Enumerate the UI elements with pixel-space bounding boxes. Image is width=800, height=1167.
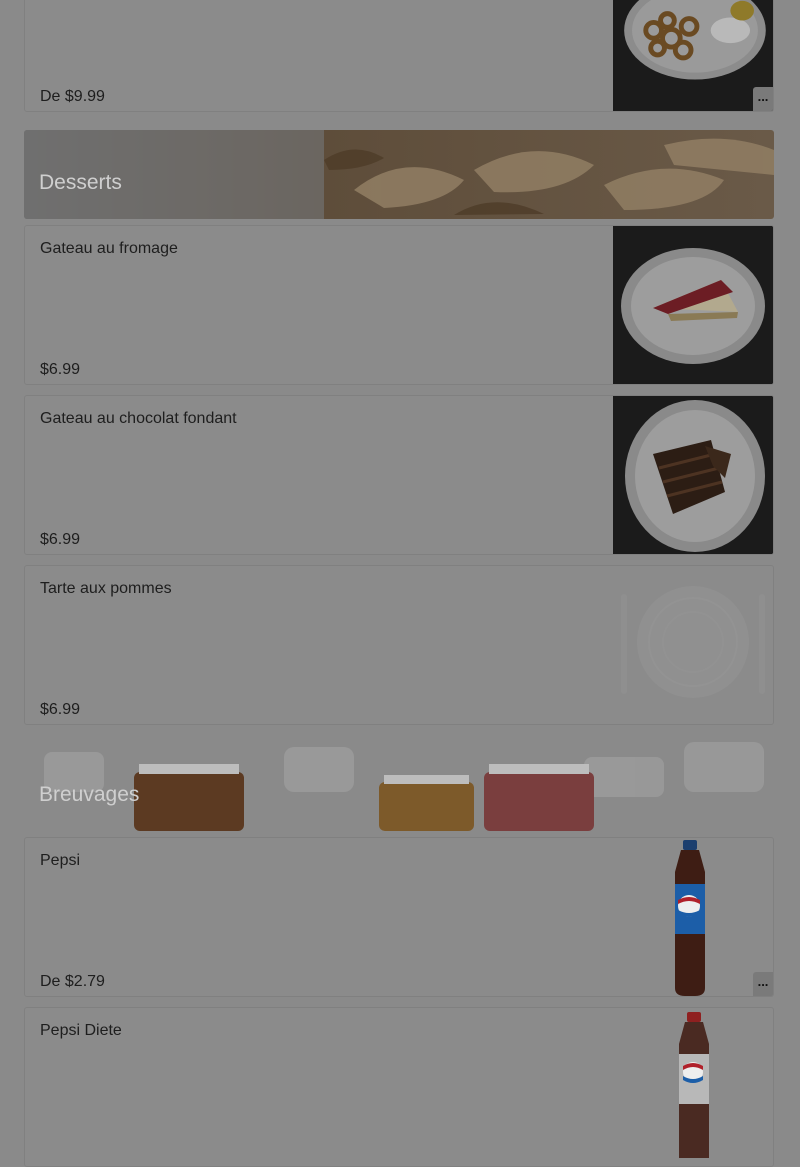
menu-item-apple-pie[interactable]: Tarte aux pommes $6.99: [24, 565, 774, 725]
item-name: Gateau au chocolat fondant: [40, 410, 237, 427]
item-image-cheesecake: [613, 226, 773, 384]
menu-item-chocolate-cake[interactable]: Gateau au chocolat fondant $6.99: [24, 395, 774, 555]
section-header-desserts: Desserts: [24, 130, 774, 219]
item-image-calamari: [613, 0, 773, 111]
more-options-button[interactable]: ...: [753, 87, 773, 111]
item-image-chocolate-cake: [613, 396, 773, 554]
item-name: Pepsi Diete: [40, 1022, 122, 1039]
menu-item-cheesecake[interactable]: Gateau au fromage $6.99: [24, 225, 774, 385]
pepsi-bottle-image: [613, 838, 773, 996]
item-price: De $9.99: [40, 88, 105, 105]
section-header-beverages: Breuvages: [24, 742, 774, 831]
item-image-pepsi: [613, 838, 773, 996]
item-name: Gateau au fromage: [40, 240, 178, 257]
more-options-button[interactable]: ...: [753, 972, 773, 996]
chocolate-cake-image: [613, 396, 773, 554]
calamari-plate-image: [614, 0, 772, 111]
plate-placeholder-icon: [613, 566, 773, 724]
desserts-banner-image: [24, 130, 774, 219]
item-price: $6.99: [40, 361, 81, 378]
item-image-placeholder: [613, 566, 773, 724]
item-price: De $2.79: [40, 973, 105, 990]
cheesecake-image: [613, 226, 773, 384]
menu-item-diet-pepsi[interactable]: Pepsi Diete: [24, 1007, 774, 1167]
item-name: Tarte aux pommes: [40, 580, 172, 597]
item-price: $6.99: [40, 531, 81, 548]
item-name: Pepsi: [40, 852, 81, 869]
section-title: Breuvages: [39, 783, 140, 807]
section-title: Desserts: [39, 171, 122, 195]
item-price: $6.99: [40, 701, 81, 718]
item-image-diet-pepsi: [613, 1008, 773, 1166]
diet-pepsi-bottle-image: [613, 1008, 773, 1166]
menu-item-fried-calamari[interactable]: De $9.99 ...: [24, 0, 774, 112]
menu-item-pepsi[interactable]: Pepsi De $2.79 ...: [24, 837, 774, 997]
